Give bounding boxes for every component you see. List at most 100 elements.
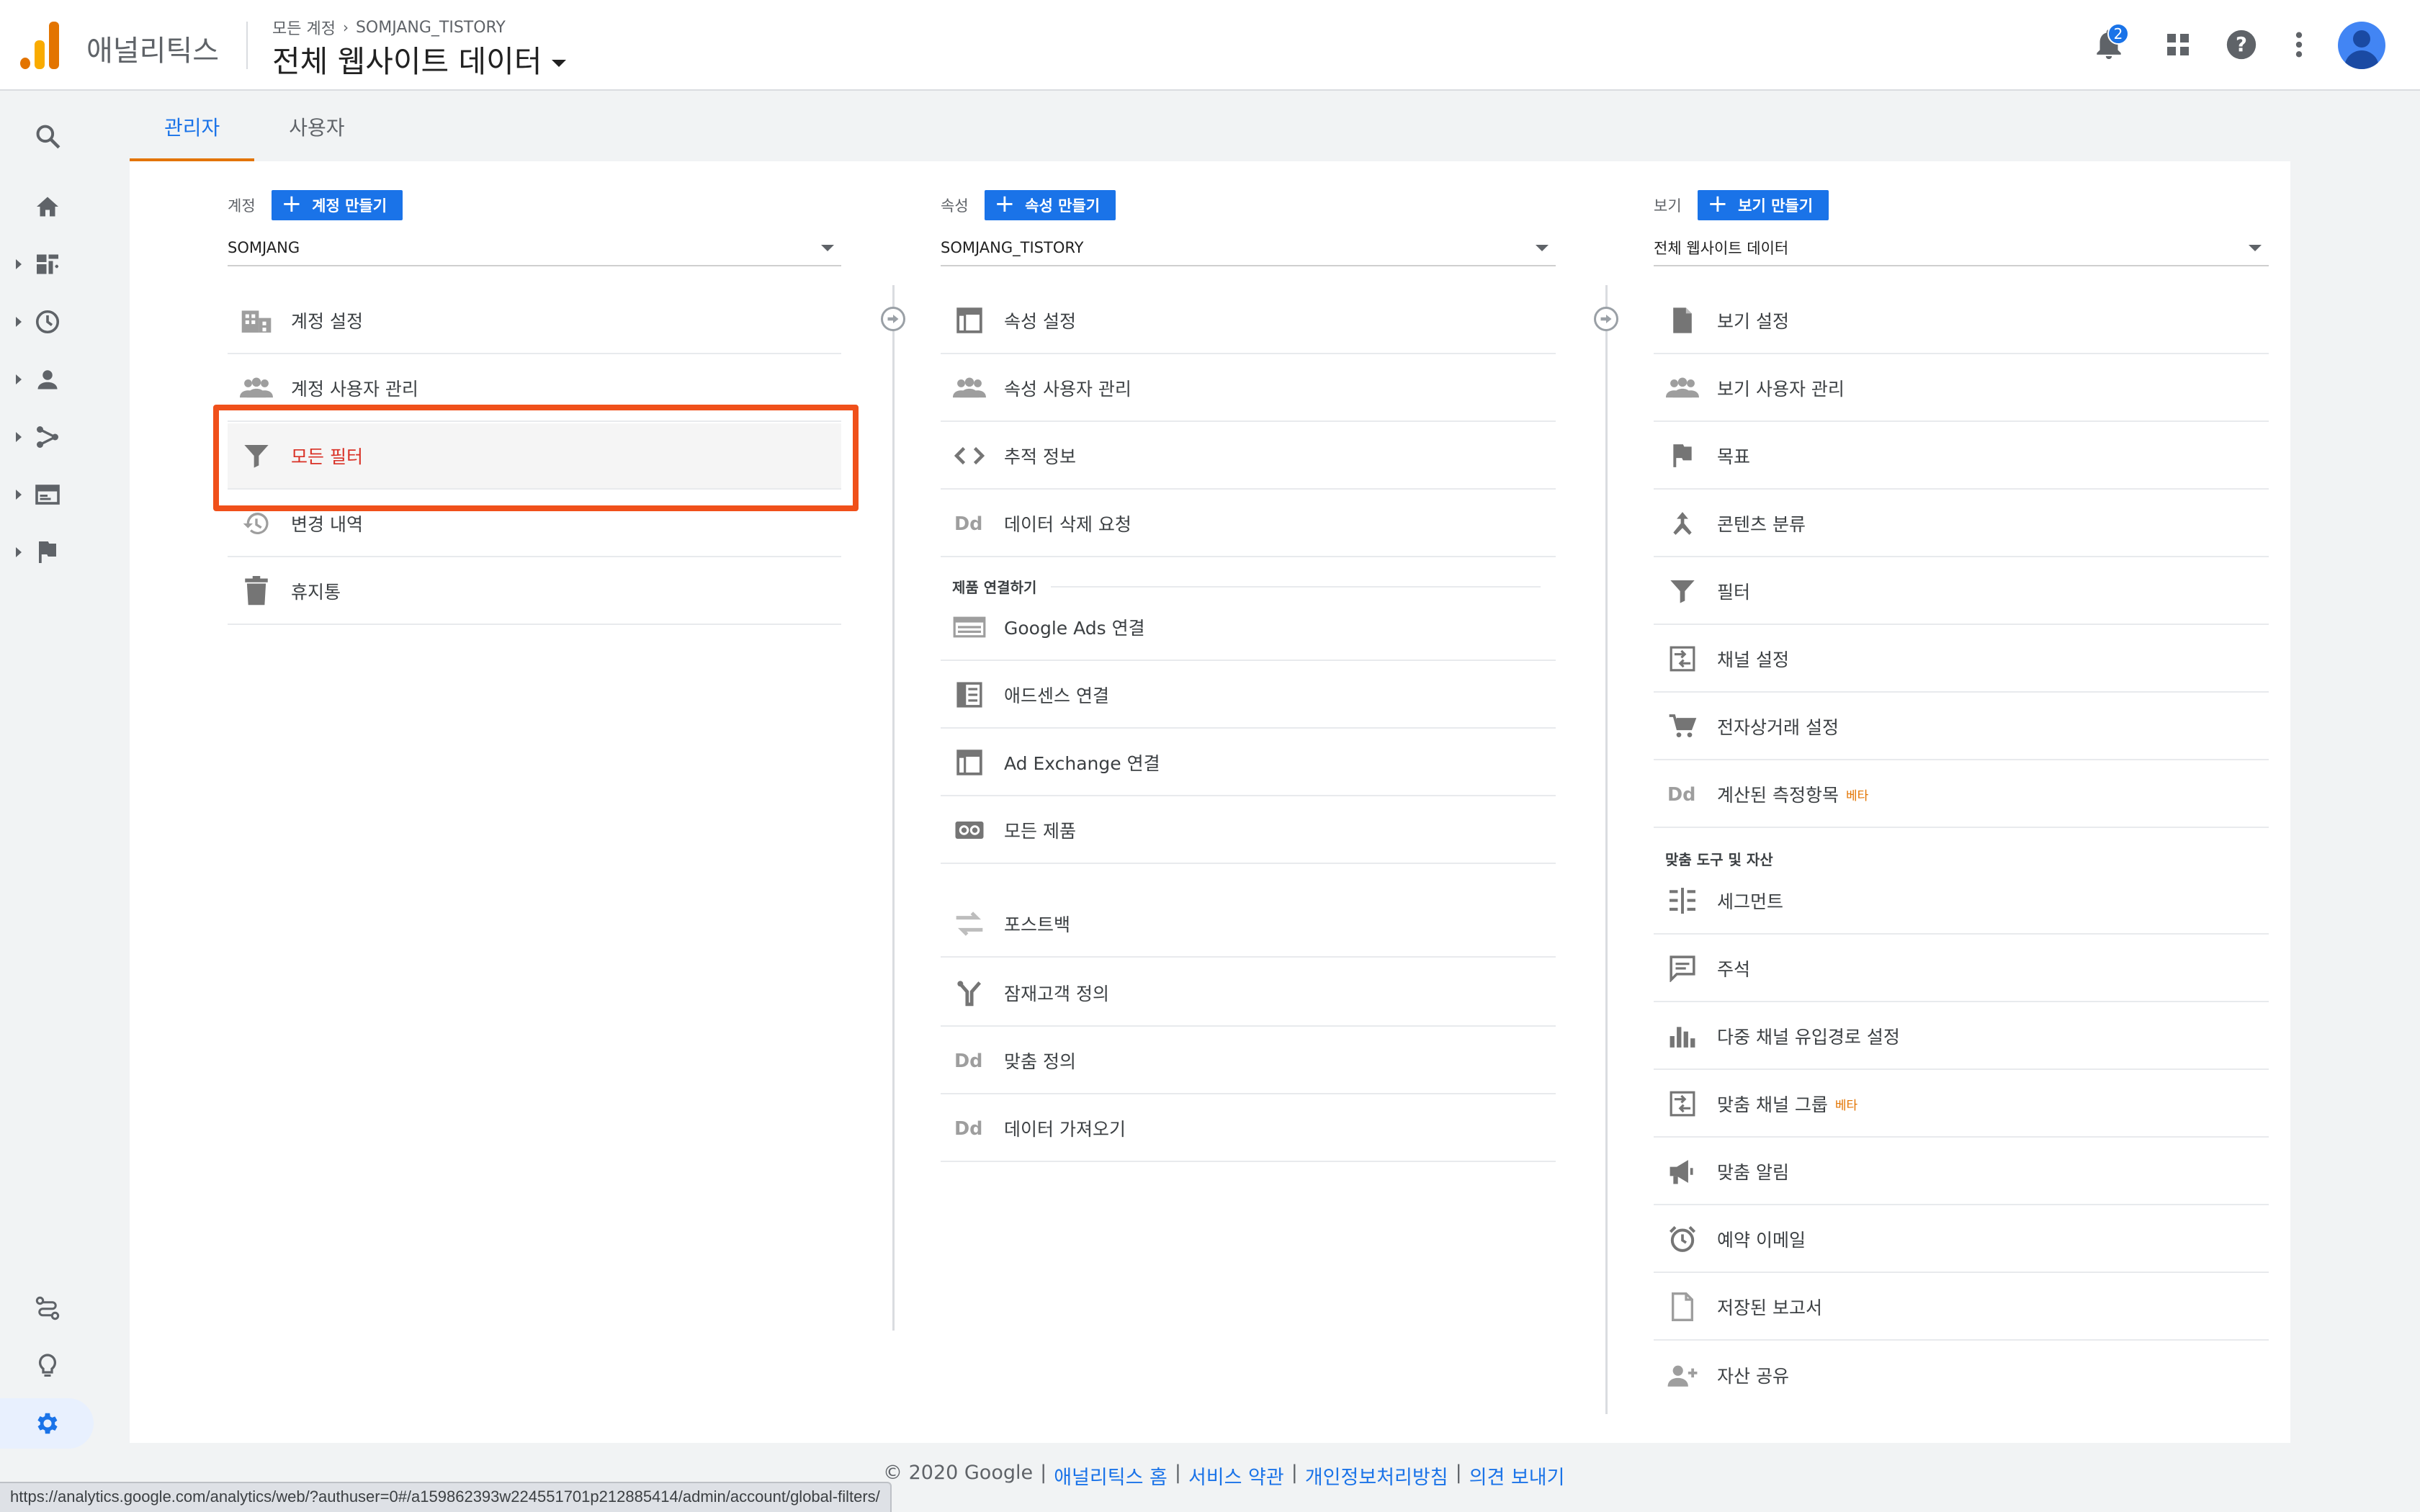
share-user-icon	[1664, 1356, 1701, 1394]
account-selector[interactable]: SOMJANG	[228, 230, 841, 266]
nav-discover[interactable]	[0, 1341, 108, 1391]
admin-tabs: 관리자 사용자	[130, 92, 380, 161]
menu-ad-exchange-link[interactable]: Ad Exchange 연결	[941, 730, 1556, 796]
nav-customization[interactable]	[0, 239, 108, 289]
create-property-button[interactable]: + 속성 만들기	[984, 189, 1116, 220]
footer-link-terms[interactable]: 서비스 약관	[1188, 1462, 1284, 1490]
svg-text:Dd: Dd	[1667, 784, 1695, 805]
alarm-icon	[1664, 1220, 1701, 1258]
menu-label: 맞춤 채널 그룹	[1717, 1094, 1828, 1115]
menu-view-settings[interactable]: 보기 설정	[1654, 288, 2269, 354]
flag-icon	[32, 536, 63, 568]
nav-search[interactable]	[0, 111, 108, 161]
menu-view-user-management[interactable]: 보기 사용자 관리	[1654, 356, 2269, 422]
footer: © 2020 Google | 애널리틱스 홈 | 서비스 약관 | 개인정보처…	[883, 1462, 1564, 1490]
menu-content-grouping[interactable]: 콘텐츠 분류	[1654, 491, 2269, 557]
menu-custom-definitions[interactable]: Dd 맞춤 정의	[941, 1028, 1556, 1094]
view-dropdown[interactable]: 전체 웹사이트 데이터	[1654, 230, 2269, 266]
notifications-button[interactable]: 2	[2089, 23, 2129, 65]
menu-label: 보기 설정	[1717, 311, 1789, 332]
menu-saved-reports[interactable]: 저장된 보고서	[1654, 1274, 2269, 1341]
dropdown-caret-icon	[821, 245, 834, 251]
menu-data-import[interactable]: Dd 데이터 가져오기	[941, 1096, 1556, 1162]
menu-tracking-info[interactable]: 추적 정보	[941, 423, 1556, 490]
nav-conversions[interactable]	[0, 527, 108, 577]
menu-audience-definitions[interactable]: 잠재고객 정의	[941, 960, 1556, 1027]
tab-user[interactable]: 사용자	[254, 92, 379, 161]
apps-button[interactable]	[2158, 24, 2198, 65]
dd-icon: Dd	[951, 505, 988, 542]
nav-audience[interactable]	[0, 354, 108, 405]
view-selected-value: 전체 웹사이트 데이터	[1654, 240, 1789, 257]
nav-realtime[interactable]	[0, 297, 108, 347]
menu-google-ads-link[interactable]: Google Ads 연결	[941, 595, 1556, 661]
create-view-button[interactable]: + 보기 만들기	[1697, 190, 1829, 220]
tab-admin[interactable]: 관리자	[130, 92, 255, 161]
expand-arrow-icon	[16, 317, 22, 327]
menu-label: 자산 공유	[1717, 1366, 1789, 1387]
menu-goals[interactable]: 목표	[1654, 423, 2269, 490]
app-name[interactable]: 애널리틱스	[86, 27, 219, 69]
nav-home[interactable]	[0, 181, 108, 232]
footer-link-privacy[interactable]: 개인정보처리방침	[1305, 1462, 1448, 1490]
audience-icon	[951, 974, 988, 1012]
svg-text:Dd: Dd	[954, 513, 982, 534]
expand-arrow-icon	[16, 259, 22, 269]
menu-label: 주석	[1717, 959, 1751, 980]
adsense-icon	[951, 676, 988, 714]
account-label: 계정	[228, 197, 256, 215]
cart-icon	[1664, 708, 1701, 745]
create-account-button[interactable]: + 계정 만들기	[271, 189, 403, 220]
property-selector[interactable]: SOMJANG_TISTORY	[941, 230, 1556, 266]
channel-icon	[1664, 1085, 1701, 1122]
menu-calculated-metrics[interactable]: Dd 계산된 측정항목 베타	[1654, 762, 2269, 828]
more-options-button[interactable]	[2279, 24, 2319, 65]
menu-label: 잠재고객 정의	[1004, 984, 1109, 1004]
breadcrumb[interactable]: 모든 계정 › SOMJANG_TISTORY	[272, 16, 506, 39]
account-avatar[interactable]	[2338, 22, 2385, 69]
menu-label: 포스트백	[1004, 914, 1071, 935]
plus-icon: +	[994, 189, 1016, 218]
apps-grid-icon	[2167, 34, 2189, 55]
menu-data-deletion[interactable]: Dd 데이터 삭제 요청	[941, 491, 1556, 557]
menu-all-products[interactable]: 모든 제품	[941, 798, 1556, 864]
nav-behavior[interactable]	[0, 469, 108, 520]
header-divider	[246, 22, 248, 69]
analytics-logo[interactable]	[20, 22, 60, 69]
menu-property-settings[interactable]: 속성 설정	[941, 288, 1556, 354]
menu-annotations[interactable]: 주석	[1654, 936, 2269, 1002]
menu-property-user-management[interactable]: 속성 사용자 관리	[941, 356, 1556, 422]
menu-channel-settings[interactable]: 채널 설정	[1654, 626, 2269, 693]
menu-segments[interactable]: 세그먼트	[1654, 868, 2269, 935]
nav-admin[interactable]	[0, 1398, 94, 1449]
footer-link-feedback[interactable]: 의견 보내기	[1469, 1462, 1565, 1490]
menu-mcf-settings[interactable]: 다중 채널 유입경로 설정	[1654, 1004, 2269, 1070]
menu-label: 휴지통	[291, 582, 341, 603]
menu-postbacks[interactable]: 포스트백	[941, 891, 1556, 958]
menu-view-filters[interactable]: 필터	[1654, 559, 2269, 625]
breadcrumb-account[interactable]: SOMJANG_TISTORY	[356, 19, 506, 37]
flag-icon	[1664, 437, 1701, 474]
menu-trash[interactable]: 휴지통	[228, 559, 841, 625]
menu-share-assets[interactable]: 자산 공유	[1654, 1342, 2269, 1408]
menu-account-settings[interactable]: 계정 설정	[228, 288, 841, 354]
menu-label: 채널 설정	[1717, 649, 1789, 670]
menu-scheduled-emails[interactable]: 예약 이메일	[1654, 1207, 2269, 1273]
attribution-icon	[32, 1292, 63, 1324]
plus-icon: +	[281, 189, 302, 218]
menu-adsense-link[interactable]: 애드센스 연결	[941, 662, 1556, 729]
menu-ecommerce-settings[interactable]: 전자상거래 설정	[1654, 694, 2269, 760]
view-selector[interactable]: 전체 웹사이트 데이터	[272, 37, 567, 81]
nav-acquisition[interactable]	[0, 412, 108, 462]
caret-down-icon	[552, 59, 567, 67]
dropdown-caret-icon	[2249, 245, 2262, 251]
building-icon	[238, 302, 275, 339]
menu-custom-alerts[interactable]: 맞춤 알림	[1654, 1139, 2269, 1205]
nav-attribution[interactable]	[0, 1283, 108, 1333]
account-selected-value: SOMJANG	[228, 239, 300, 256]
footer-link-analytics-home[interactable]: 애널리틱스 홈	[1054, 1462, 1168, 1490]
help-button[interactable]: ?	[2221, 24, 2262, 65]
grouping-icon	[1664, 505, 1701, 542]
breadcrumb-root[interactable]: 모든 계정	[272, 16, 336, 39]
menu-custom-channel-groups[interactable]: 맞춤 채널 그룹 베타	[1654, 1071, 2269, 1138]
